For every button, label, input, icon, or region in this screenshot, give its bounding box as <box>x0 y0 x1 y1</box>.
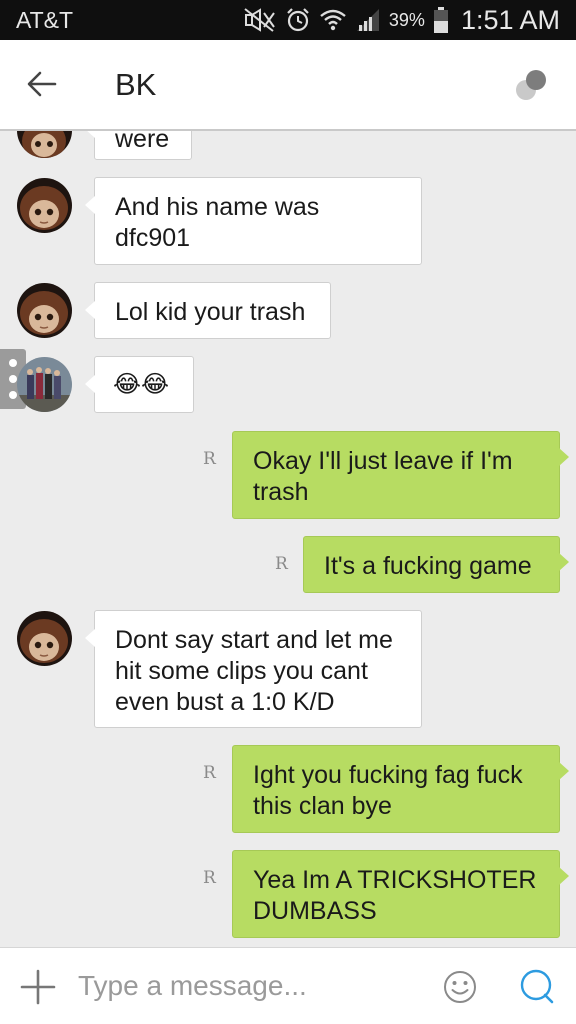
contact-avatar[interactable] <box>17 131 72 158</box>
emoji-message: 😂😂 <box>113 371 170 398</box>
battery-icon <box>433 6 449 34</box>
read-receipt-icon: R <box>275 554 288 574</box>
smiley-icon <box>442 971 478 1009</box>
emoji-button[interactable] <box>442 969 478 1005</box>
battery-percent: 39% <box>388 9 425 30</box>
chat-title[interactable]: BK <box>115 67 156 103</box>
message-text: And his name was dfc901 <box>115 193 320 252</box>
message-bubble-incoming[interactable]: Dont say start and let me hit some clips… <box>85 610 422 728</box>
alarm-icon <box>285 7 311 33</box>
message-bubble-outgoing[interactable]: Ight you fucking fag fuck this clan bye <box>232 745 569 833</box>
read-receipt-icon: R <box>203 449 216 469</box>
read-receipt-icon: R <box>203 763 216 783</box>
contact-avatar[interactable] <box>17 283 72 338</box>
message-text: Yea Im A TRICKSHOTER DUMBASS <box>253 866 537 925</box>
message-bubble-incoming[interactable]: were <box>85 131 192 160</box>
message-text: Ight you fucking fag fuck this clan bye <box>253 761 523 820</box>
message-text: Dont say start and let me hit some clips… <box>115 626 393 716</box>
message-list[interactable]: were And his name was dfc901 Lol kid you… <box>0 131 576 947</box>
message-bubble-outgoing[interactable]: Okay I'll just leave if I'm trash <box>232 431 569 519</box>
back-button[interactable] <box>20 64 64 108</box>
send-button[interactable] <box>518 968 556 1006</box>
chat-bubble-icon <box>518 969 556 1010</box>
read-receipt-icon: R <box>203 868 216 888</box>
mute-icon <box>243 7 277 33</box>
composer-bar <box>0 947 576 1024</box>
message-bubble-incoming[interactable]: Lol kid your trash <box>85 282 331 339</box>
chat-menu-icon <box>510 70 554 112</box>
contact-avatar[interactable] <box>17 611 72 666</box>
plus-icon <box>18 969 58 1011</box>
arrow-left-icon <box>27 71 57 102</box>
signal-icon <box>355 7 381 33</box>
carrier-label: AT&T <box>16 7 74 33</box>
chat-header: BK <box>0 40 576 131</box>
wifi-icon <box>319 7 347 33</box>
message-bubble-outgoing[interactable]: It's a fucking game <box>303 536 569 593</box>
message-text: were <box>115 131 170 153</box>
contact-avatar[interactable] <box>17 178 72 233</box>
message-input[interactable] <box>78 964 418 1008</box>
status-icons: 39% 1:51 AM <box>243 4 560 36</box>
message-text: Okay I'll just leave if I'm trash <box>253 447 513 506</box>
chat-menu-button[interactable] <box>510 64 554 108</box>
message-text: It's a fucking game <box>324 552 532 580</box>
contact-avatar-group[interactable] <box>17 357 72 412</box>
status-bar: AT&T 39% 1:51 AM <box>0 0 576 40</box>
attach-button[interactable] <box>18 967 58 1007</box>
message-bubble-outgoing[interactable]: Yea Im A TRICKSHOTER DUMBASS <box>232 850 569 938</box>
message-text: Lol kid your trash <box>115 298 306 326</box>
clock: 1:51 AM <box>460 4 560 35</box>
message-bubble-incoming[interactable]: 😂😂 <box>85 356 194 413</box>
message-bubble-incoming[interactable]: And his name was dfc901 <box>85 177 422 265</box>
